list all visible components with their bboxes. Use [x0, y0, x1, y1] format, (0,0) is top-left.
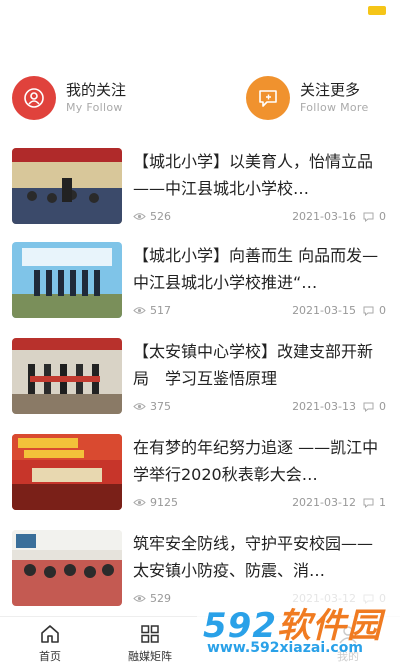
news-item[interactable]: 【太安镇中心学校】改建支部开新局 学习互鉴悟原理 375 2021-03-13 …	[0, 334, 400, 424]
tab-home-label: 首页	[39, 650, 61, 663]
news-title[interactable]: 筑牢安全防线，守护平安校园——太安镇小防疫、防震、消…	[133, 530, 388, 584]
news-title[interactable]: 在有梦的年纪努力追逐 ——凯江中学举行2020秋表彰大会…	[133, 434, 388, 488]
eye-icon	[133, 499, 146, 506]
eye-icon	[133, 403, 146, 410]
follow-more-subtitle: Follow More	[300, 101, 369, 114]
watermark-logo: 592软件园 www.592xiazai.com	[197, 592, 400, 666]
home-icon	[41, 625, 59, 643]
notification-indicator	[368, 6, 386, 15]
news-item[interactable]: 在有梦的年纪努力追逐 ——凯江中学举行2020秋表彰大会… 9125 2021-…	[0, 430, 400, 520]
my-follow-button[interactable]: 我的关注 My Follow	[12, 76, 126, 120]
view-count-value: 529	[150, 592, 171, 605]
eye-icon	[133, 213, 146, 220]
tab-media-matrix[interactable]: 融媒矩阵	[120, 623, 180, 664]
news-thumbnail	[12, 530, 122, 606]
view-count: 9125	[133, 496, 178, 509]
view-count-value: 9125	[150, 496, 178, 509]
eye-icon	[133, 595, 146, 602]
comment-icon	[363, 498, 374, 508]
chat-add-icon	[246, 76, 290, 120]
comment-count-value: 0	[379, 210, 386, 223]
tab-home[interactable]: 首页	[20, 623, 80, 664]
comment-icon	[363, 402, 374, 412]
follow-more-title: 关注更多	[300, 81, 361, 99]
publish-date: 2021-03-13	[292, 400, 356, 413]
publish-date: 2021-03-15	[292, 304, 356, 317]
news-title[interactable]: 【城北小学】以美育人，怡情立品 ——中江县城北小学校…	[133, 148, 388, 202]
tab-media-matrix-label: 融媒矩阵	[128, 650, 172, 663]
news-thumbnail	[12, 338, 122, 414]
comment-count: 1	[363, 496, 386, 509]
follow-shortcuts: 我的关注 My Follow 关注更多 Follow More	[0, 76, 400, 124]
comment-icon	[363, 212, 374, 222]
follow-more-button[interactable]: 关注更多 Follow More	[246, 76, 369, 120]
view-count-value: 517	[150, 304, 171, 317]
my-follow-title: 我的关注	[66, 81, 127, 99]
view-count: 526	[133, 210, 171, 223]
view-count: 517	[133, 304, 171, 317]
view-count: 375	[133, 400, 171, 413]
comment-count-value: 0	[379, 304, 386, 317]
publish-date: 2021-03-12	[292, 496, 356, 509]
user-follow-icon	[12, 76, 56, 120]
news-title[interactable]: 【城北小学】向善而生 向品而发—中江县城北小学校推进“…	[133, 242, 388, 296]
comment-count: 0	[363, 304, 386, 317]
watermark-url: www.592xiazai.com	[207, 640, 363, 656]
my-follow-subtitle: My Follow	[66, 101, 123, 114]
news-thumbnail	[12, 242, 122, 318]
news-item[interactable]: 【城北小学】向善而生 向品而发—中江县城北小学校推进“… 517 2021-03…	[0, 238, 400, 328]
news-item[interactable]: 【城北小学】以美育人，怡情立品 ——中江县城北小学校… 526 2021-03-…	[0, 144, 400, 234]
grid-icon	[141, 625, 159, 643]
comment-count-value: 0	[379, 400, 386, 413]
news-title[interactable]: 【太安镇中心学校】改建支部开新局 学习互鉴悟原理	[133, 338, 388, 392]
news-thumbnail	[12, 434, 122, 510]
view-count: 529	[133, 592, 171, 605]
eye-icon	[133, 307, 146, 314]
publish-date: 2021-03-16	[292, 210, 356, 223]
comment-count-value: 1	[379, 496, 386, 509]
news-thumbnail	[12, 148, 122, 224]
comment-count: 0	[363, 400, 386, 413]
view-count-value: 375	[150, 400, 171, 413]
view-count-value: 526	[150, 210, 171, 223]
comment-count: 0	[363, 210, 386, 223]
comment-icon	[363, 306, 374, 316]
